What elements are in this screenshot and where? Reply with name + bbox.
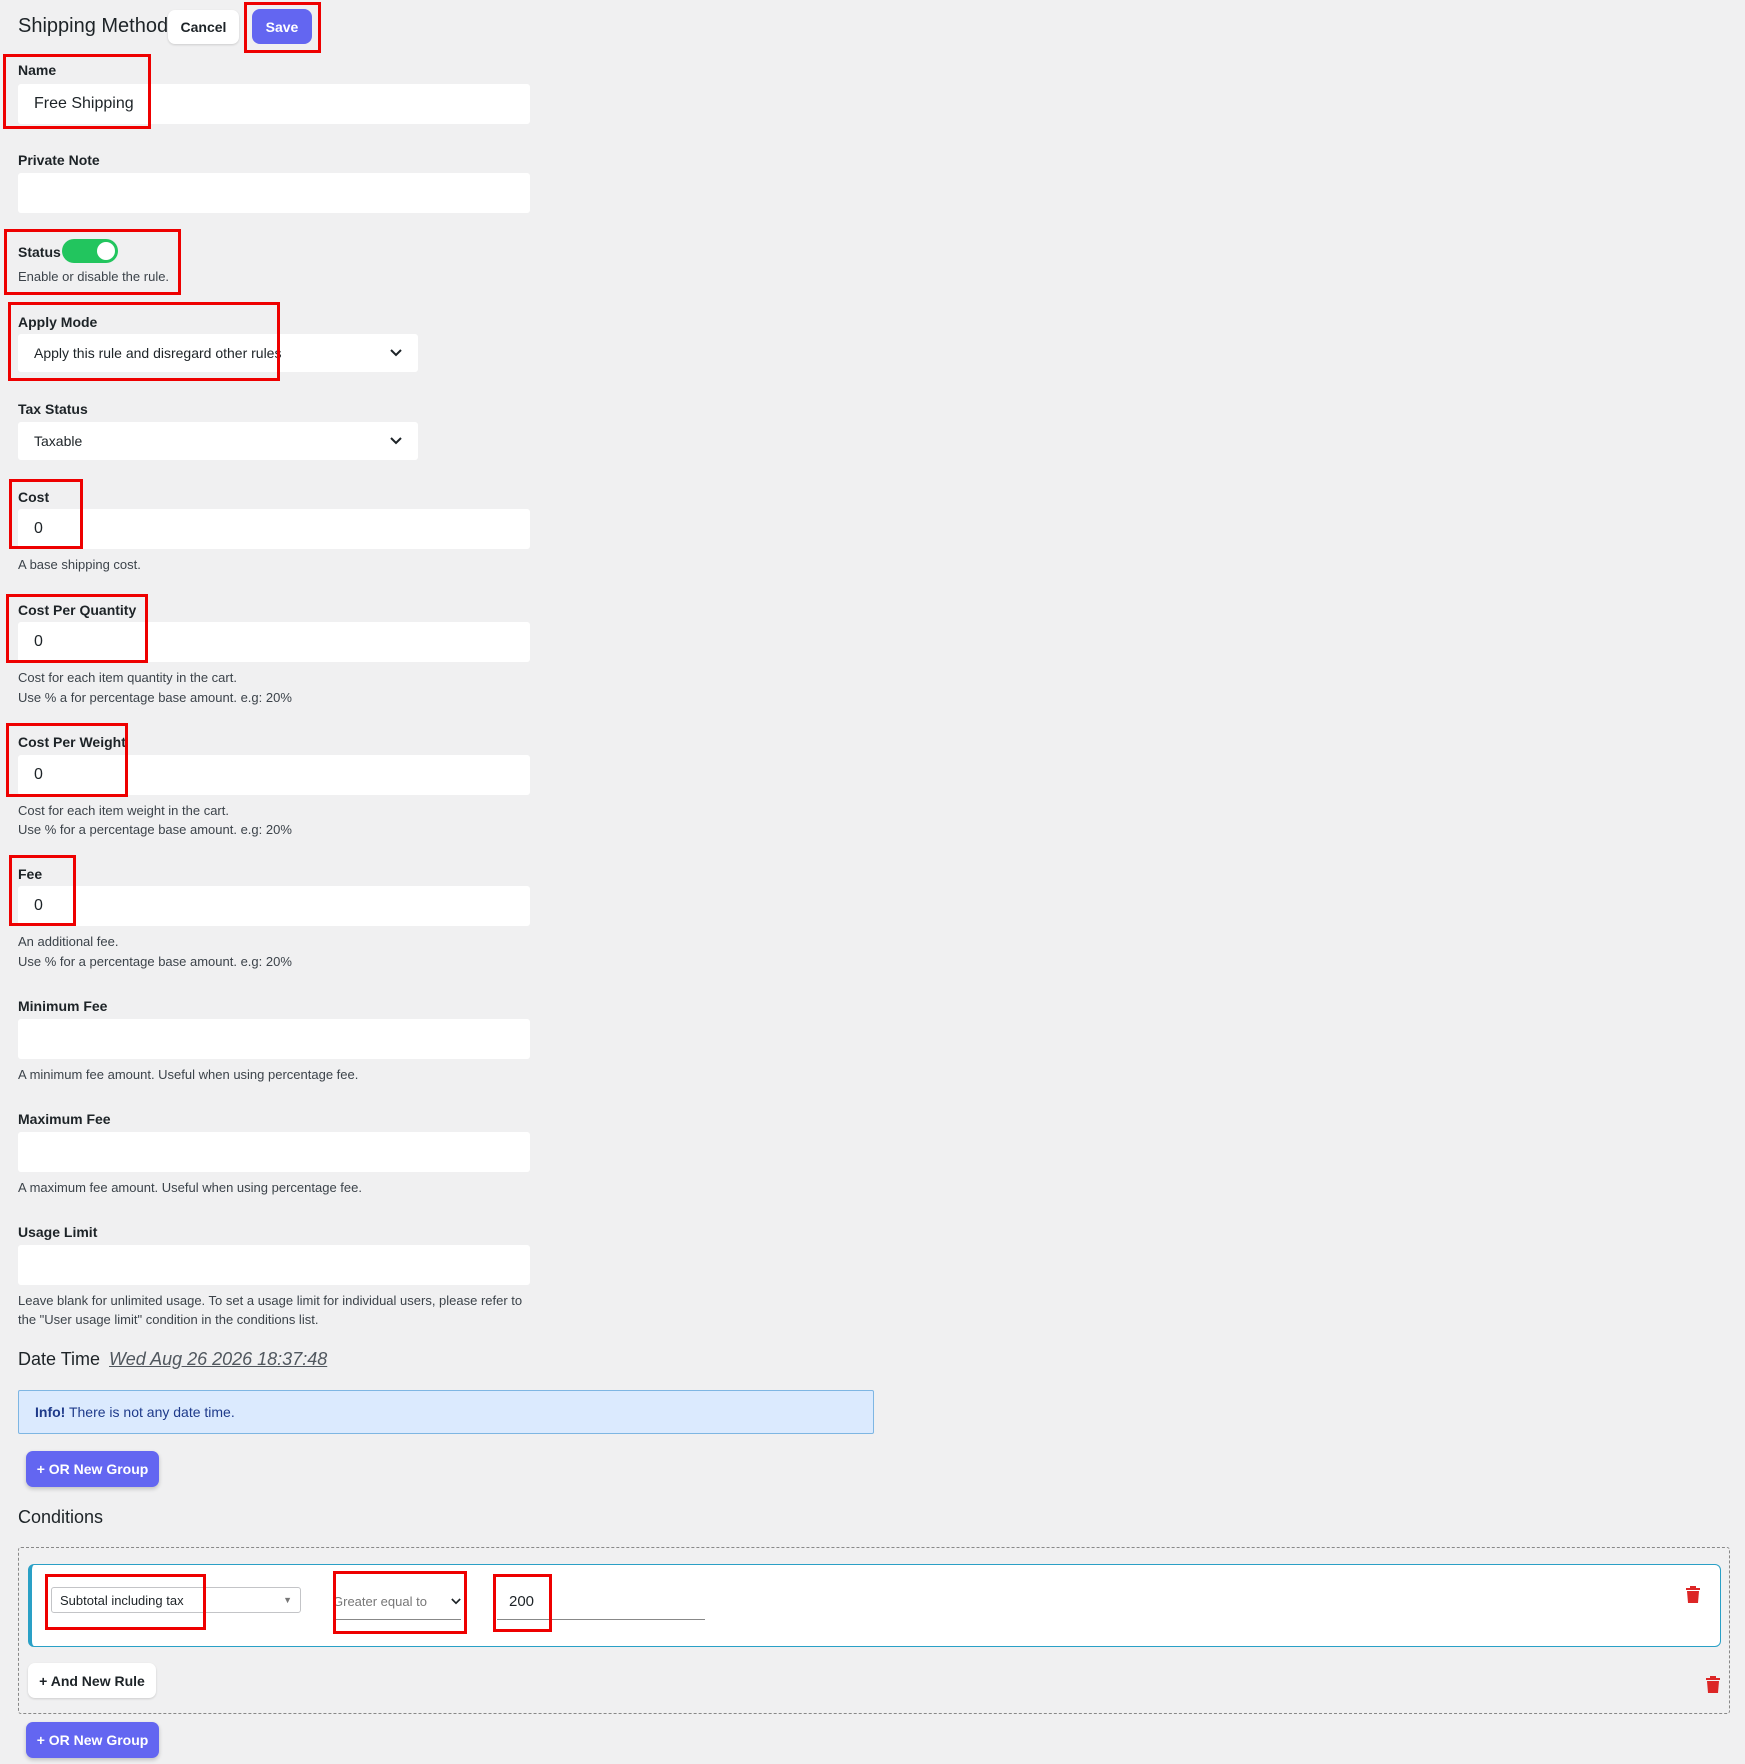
fee-input[interactable]: 0 (18, 886, 530, 926)
usage-limit-label: Usage Limit (18, 1224, 98, 1240)
cost-input[interactable]: 0 (18, 509, 530, 549)
cost-per-quantity-help: Use % a for percentage base amount. e.g:… (18, 690, 292, 705)
status-toggle[interactable] (62, 239, 118, 263)
private-note-label: Private Note (18, 152, 100, 168)
cost-label: Cost (18, 489, 50, 505)
trash-icon[interactable] (1685, 1585, 1701, 1603)
cost-per-quantity-input[interactable]: 0 (18, 622, 530, 662)
condition-value-input[interactable]: 200 (497, 1584, 705, 1620)
cost-per-weight-input[interactable]: 0 (18, 755, 530, 795)
and-new-rule-button[interactable]: + And New Rule (28, 1663, 156, 1698)
toggle-knob (97, 242, 115, 260)
cost-per-weight-label: Cost Per Weight (18, 734, 126, 750)
apply-mode-select[interactable]: Apply this rule and disregard other rule… (18, 334, 418, 372)
save-button[interactable]: Save (252, 9, 312, 44)
date-time-heading: Date Time Wed Aug 26 2026 18:37:48 (18, 1349, 327, 1370)
maximum-fee-help: A maximum fee amount. Useful when using … (18, 1180, 362, 1195)
private-note-input[interactable] (18, 173, 530, 213)
condition-operator-value: Greater equal to (333, 1594, 427, 1609)
cancel-button[interactable]: Cancel (168, 10, 239, 44)
conditions-title: Conditions (18, 1507, 104, 1527)
fee-help: An additional fee. (18, 934, 119, 949)
name-label: Name (18, 62, 57, 78)
minimum-fee-help: A minimum fee amount. Useful when using … (18, 1067, 359, 1082)
status-label: Status (18, 244, 61, 260)
page-title: Shipping Method (18, 15, 169, 37)
apply-mode-value: Apply this rule and disregard other rule… (34, 345, 282, 361)
condition-type-value: Subtotal including tax (60, 1592, 184, 1608)
cost-per-weight-help: Use % for a percentage base amount. e.g:… (18, 822, 292, 837)
maximum-fee-label: Maximum Fee (18, 1111, 111, 1127)
date-time-title: Date Time (18, 1349, 101, 1369)
tax-status-select[interactable]: Taxable (18, 422, 418, 460)
tax-status-value: Taxable (34, 433, 83, 449)
condition-operator-select[interactable]: Greater equal to (333, 1584, 461, 1620)
fee-help: Use % for a percentage base amount. e.g:… (18, 954, 292, 969)
info-strong: Info! (35, 1404, 66, 1420)
chevron-down-icon (390, 437, 402, 445)
tax-status-label: Tax Status (18, 401, 88, 417)
minimum-fee-input[interactable] (18, 1019, 530, 1059)
info-text: There is not any date time. (65, 1404, 235, 1420)
cost-per-quantity-label: Cost Per Quantity (18, 602, 137, 618)
fee-label: Fee (18, 866, 43, 882)
usage-limit-input[interactable] (18, 1245, 530, 1285)
status-help: Enable or disable the rule. (18, 269, 170, 284)
cost-help: A base shipping cost. (18, 557, 141, 572)
trash-icon[interactable] (1705, 1675, 1721, 1693)
condition-type-select[interactable]: Subtotal including tax ▼ (51, 1587, 301, 1613)
usage-limit-help: the "User usage limit" condition in the … (18, 1312, 319, 1327)
or-new-group-button[interactable]: + OR New Group (26, 1722, 159, 1758)
chevron-down-icon (451, 1598, 461, 1605)
chevron-down-icon (390, 349, 402, 357)
name-input[interactable]: Free Shipping (18, 84, 530, 124)
maximum-fee-input[interactable] (18, 1132, 530, 1172)
date-time-value[interactable]: Wed Aug 26 2026 18:37:48 (109, 1349, 327, 1369)
caret-down-icon: ▼ (283, 1595, 292, 1605)
cost-per-quantity-help: Cost for each item quantity in the cart. (18, 670, 237, 685)
apply-mode-label: Apply Mode (18, 314, 98, 330)
minimum-fee-label: Minimum Fee (18, 998, 108, 1014)
usage-limit-help: Leave blank for unlimited usage. To set … (18, 1293, 523, 1308)
cost-per-weight-help: Cost for each item weight in the cart. (18, 803, 229, 818)
info-alert: Info! There is not any date time. (18, 1390, 874, 1434)
or-new-group-button[interactable]: + OR New Group (26, 1451, 159, 1487)
